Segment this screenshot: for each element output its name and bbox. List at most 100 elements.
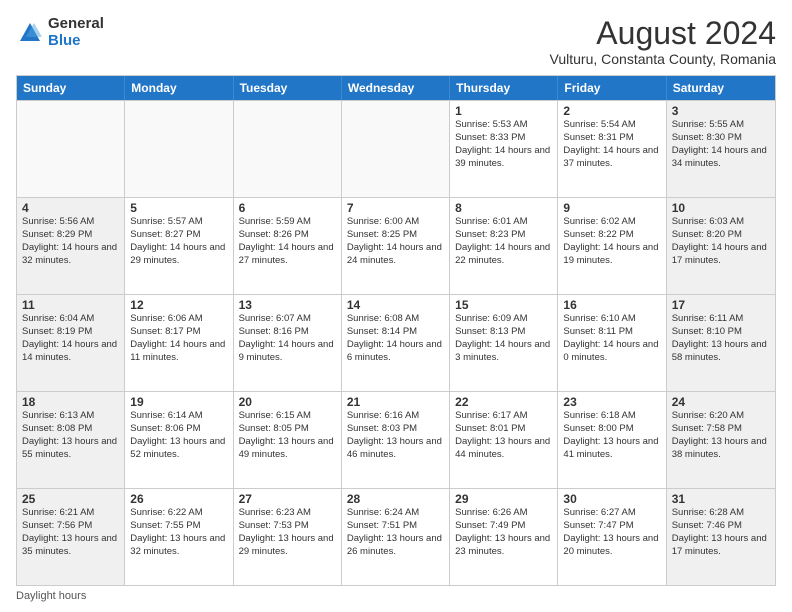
day-number: 20 [239, 395, 336, 409]
calendar-week-row: 11Sunrise: 6:04 AM Sunset: 8:19 PM Dayli… [17, 294, 775, 391]
day-info: Sunrise: 6:26 AM Sunset: 7:49 PM Dayligh… [455, 507, 552, 558]
calendar-day-cell: 18Sunrise: 6:13 AM Sunset: 8:08 PM Dayli… [17, 392, 125, 488]
logo-blue-text: Blue [48, 33, 104, 50]
calendar-day-cell [125, 101, 233, 197]
day-number: 2 [563, 104, 660, 118]
day-number: 10 [672, 201, 770, 215]
day-number: 6 [239, 201, 336, 215]
day-number: 9 [563, 201, 660, 215]
day-number: 30 [563, 492, 660, 506]
day-info: Sunrise: 5:59 AM Sunset: 8:26 PM Dayligh… [239, 216, 336, 267]
day-info: Sunrise: 6:15 AM Sunset: 8:05 PM Dayligh… [239, 410, 336, 461]
calendar-day-cell: 15Sunrise: 6:09 AM Sunset: 8:13 PM Dayli… [450, 295, 558, 391]
main-title: August 2024 [550, 16, 776, 51]
day-number: 13 [239, 298, 336, 312]
cal-header-day: Monday [125, 76, 233, 100]
day-info: Sunrise: 5:53 AM Sunset: 8:33 PM Dayligh… [455, 119, 552, 170]
day-info: Sunrise: 6:28 AM Sunset: 7:46 PM Dayligh… [672, 507, 770, 558]
calendar-day-cell: 1Sunrise: 5:53 AM Sunset: 8:33 PM Daylig… [450, 101, 558, 197]
calendar-day-cell: 4Sunrise: 5:56 AM Sunset: 8:29 PM Daylig… [17, 198, 125, 294]
day-number: 29 [455, 492, 552, 506]
day-info: Sunrise: 5:57 AM Sunset: 8:27 PM Dayligh… [130, 216, 227, 267]
day-number: 7 [347, 201, 444, 215]
day-info: Sunrise: 6:14 AM Sunset: 8:06 PM Dayligh… [130, 410, 227, 461]
calendar-day-cell: 27Sunrise: 6:23 AM Sunset: 7:53 PM Dayli… [234, 489, 342, 585]
cal-header-day: Sunday [17, 76, 125, 100]
day-number: 31 [672, 492, 770, 506]
calendar-header: SundayMondayTuesdayWednesdayThursdayFrid… [17, 76, 775, 100]
day-info: Sunrise: 6:01 AM Sunset: 8:23 PM Dayligh… [455, 216, 552, 267]
subtitle: Vulturu, Constanta County, Romania [550, 51, 776, 67]
day-info: Sunrise: 6:17 AM Sunset: 8:01 PM Dayligh… [455, 410, 552, 461]
calendar-week-row: 18Sunrise: 6:13 AM Sunset: 8:08 PM Dayli… [17, 391, 775, 488]
calendar-day-cell: 8Sunrise: 6:01 AM Sunset: 8:23 PM Daylig… [450, 198, 558, 294]
calendar-week-row: 1Sunrise: 5:53 AM Sunset: 8:33 PM Daylig… [17, 100, 775, 197]
calendar-day-cell: 5Sunrise: 5:57 AM Sunset: 8:27 PM Daylig… [125, 198, 233, 294]
calendar-day-cell: 2Sunrise: 5:54 AM Sunset: 8:31 PM Daylig… [558, 101, 666, 197]
calendar-day-cell: 20Sunrise: 6:15 AM Sunset: 8:05 PM Dayli… [234, 392, 342, 488]
calendar-day-cell: 17Sunrise: 6:11 AM Sunset: 8:10 PM Dayli… [667, 295, 775, 391]
logo-general-text: General [48, 16, 104, 33]
calendar-day-cell: 12Sunrise: 6:06 AM Sunset: 8:17 PM Dayli… [125, 295, 233, 391]
calendar-day-cell: 25Sunrise: 6:21 AM Sunset: 7:56 PM Dayli… [17, 489, 125, 585]
day-info: Sunrise: 6:20 AM Sunset: 7:58 PM Dayligh… [672, 410, 770, 461]
calendar-day-cell: 21Sunrise: 6:16 AM Sunset: 8:03 PM Dayli… [342, 392, 450, 488]
day-number: 1 [455, 104, 552, 118]
day-number: 21 [347, 395, 444, 409]
day-number: 19 [130, 395, 227, 409]
day-info: Sunrise: 6:18 AM Sunset: 8:00 PM Dayligh… [563, 410, 660, 461]
calendar-day-cell [234, 101, 342, 197]
day-number: 8 [455, 201, 552, 215]
calendar-day-cell: 26Sunrise: 6:22 AM Sunset: 7:55 PM Dayli… [125, 489, 233, 585]
day-number: 17 [672, 298, 770, 312]
day-info: Sunrise: 6:22 AM Sunset: 7:55 PM Dayligh… [130, 507, 227, 558]
day-number: 12 [130, 298, 227, 312]
day-info: Sunrise: 6:08 AM Sunset: 8:14 PM Dayligh… [347, 313, 444, 364]
calendar-day-cell: 11Sunrise: 6:04 AM Sunset: 8:19 PM Dayli… [17, 295, 125, 391]
day-info: Sunrise: 5:54 AM Sunset: 8:31 PM Dayligh… [563, 119, 660, 170]
cal-header-day: Thursday [450, 76, 558, 100]
calendar-day-cell: 13Sunrise: 6:07 AM Sunset: 8:16 PM Dayli… [234, 295, 342, 391]
calendar-day-cell: 29Sunrise: 6:26 AM Sunset: 7:49 PM Dayli… [450, 489, 558, 585]
day-info: Sunrise: 6:23 AM Sunset: 7:53 PM Dayligh… [239, 507, 336, 558]
calendar-day-cell: 30Sunrise: 6:27 AM Sunset: 7:47 PM Dayli… [558, 489, 666, 585]
day-info: Sunrise: 6:16 AM Sunset: 8:03 PM Dayligh… [347, 410, 444, 461]
header: General Blue August 2024 Vulturu, Consta… [16, 16, 776, 67]
day-info: Sunrise: 5:56 AM Sunset: 8:29 PM Dayligh… [22, 216, 119, 267]
day-number: 5 [130, 201, 227, 215]
day-info: Sunrise: 6:03 AM Sunset: 8:20 PM Dayligh… [672, 216, 770, 267]
calendar-day-cell: 7Sunrise: 6:00 AM Sunset: 8:25 PM Daylig… [342, 198, 450, 294]
footer-note: Daylight hours [16, 590, 776, 602]
day-number: 4 [22, 201, 119, 215]
day-info: Sunrise: 6:06 AM Sunset: 8:17 PM Dayligh… [130, 313, 227, 364]
day-number: 18 [22, 395, 119, 409]
cal-header-day: Wednesday [342, 76, 450, 100]
calendar-day-cell [17, 101, 125, 197]
calendar-body: 1Sunrise: 5:53 AM Sunset: 8:33 PM Daylig… [17, 100, 775, 585]
calendar: SundayMondayTuesdayWednesdayThursdayFrid… [16, 75, 776, 586]
logo-text: General Blue [48, 16, 104, 49]
day-info: Sunrise: 6:21 AM Sunset: 7:56 PM Dayligh… [22, 507, 119, 558]
day-number: 25 [22, 492, 119, 506]
logo-icon [16, 19, 44, 47]
day-info: Sunrise: 6:02 AM Sunset: 8:22 PM Dayligh… [563, 216, 660, 267]
day-number: 26 [130, 492, 227, 506]
cal-header-day: Tuesday [234, 76, 342, 100]
day-number: 3 [672, 104, 770, 118]
day-info: Sunrise: 6:09 AM Sunset: 8:13 PM Dayligh… [455, 313, 552, 364]
calendar-day-cell: 19Sunrise: 6:14 AM Sunset: 8:06 PM Dayli… [125, 392, 233, 488]
day-number: 22 [455, 395, 552, 409]
day-number: 15 [455, 298, 552, 312]
day-number: 14 [347, 298, 444, 312]
day-number: 24 [672, 395, 770, 409]
cal-header-day: Friday [558, 76, 666, 100]
day-info: Sunrise: 6:13 AM Sunset: 8:08 PM Dayligh… [22, 410, 119, 461]
calendar-week-row: 4Sunrise: 5:56 AM Sunset: 8:29 PM Daylig… [17, 197, 775, 294]
calendar-day-cell [342, 101, 450, 197]
day-number: 28 [347, 492, 444, 506]
day-info: Sunrise: 5:55 AM Sunset: 8:30 PM Dayligh… [672, 119, 770, 170]
calendar-day-cell: 14Sunrise: 6:08 AM Sunset: 8:14 PM Dayli… [342, 295, 450, 391]
day-info: Sunrise: 6:10 AM Sunset: 8:11 PM Dayligh… [563, 313, 660, 364]
day-number: 11 [22, 298, 119, 312]
calendar-day-cell: 6Sunrise: 5:59 AM Sunset: 8:26 PM Daylig… [234, 198, 342, 294]
